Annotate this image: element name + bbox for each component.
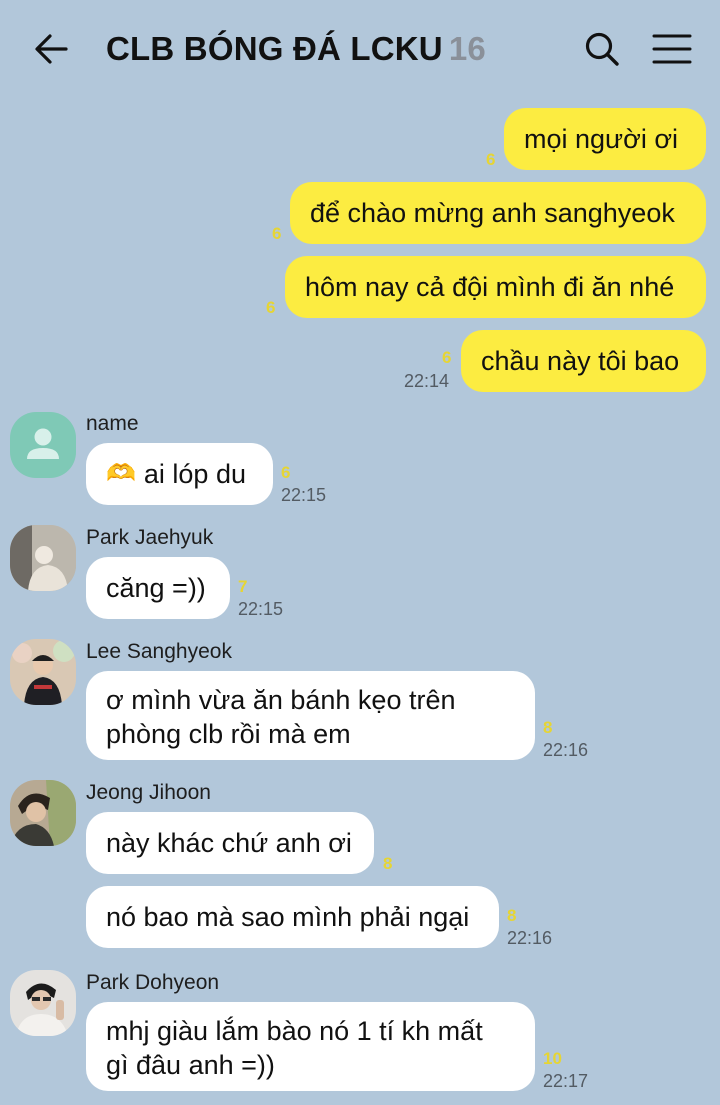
chat-header: CLB BÓNG ĐÁ LCKU 16 (0, 0, 720, 98)
avatar[interactable] (10, 412, 76, 478)
my-message-bubble[interactable]: để chào mừng anh sanghyeok (290, 182, 706, 244)
sender-name: Lee Sanghyeok (86, 640, 232, 663)
message-time: 22:16 (507, 928, 553, 948)
profile-photo (10, 525, 76, 591)
message-text: chầu này tôi bao (481, 346, 680, 376)
message-time: 22:14 (404, 371, 450, 391)
their-message-bubble[interactable]: căng =)) (86, 557, 230, 619)
my-message-bubble[interactable]: chầu này tôi bao (461, 330, 706, 392)
sender-name: Jeong Jihoon (86, 781, 211, 804)
unread-count: 8 (383, 854, 393, 873)
message-time: 22:17 (543, 1071, 589, 1091)
unread-count: 6 (281, 463, 291, 482)
person-icon (27, 428, 59, 459)
search-icon (585, 32, 619, 66)
message-time: 22:15 (238, 599, 284, 619)
heart-hands-icon: 🫶 (106, 460, 136, 487)
unread-count: 6 (442, 348, 452, 367)
message-time: 22:15 (281, 485, 327, 505)
their-message-bubble[interactable]: nó bao mà sao mình phải ngại (86, 886, 499, 948)
their-message-bubble[interactable]: 🫶 ai lóp du (86, 443, 273, 505)
profile-photo (10, 970, 76, 1036)
unread-count: 6 (486, 150, 496, 169)
chat-title: CLB BÓNG ĐÁ LCKU 16 (106, 30, 486, 68)
search-button[interactable] (582, 29, 622, 69)
unread-count: 8 (543, 718, 553, 737)
hamburger-menu-icon (652, 34, 692, 64)
my-message-bubble[interactable]: mọi người ơi (504, 108, 706, 170)
menu-button[interactable] (650, 29, 694, 69)
unread-count: 7 (238, 577, 248, 596)
avatar[interactable] (10, 780, 76, 846)
message-text-line: ơ mình vừa ăn bánh kẹo trên (106, 685, 456, 715)
sender-name: Park Jaehyuk (86, 526, 214, 549)
message-text-line: mhj giàu lắm bào nó 1 tí kh mất (106, 1016, 483, 1046)
message-time: 22:16 (543, 740, 589, 760)
profile-photo (10, 780, 76, 846)
unread-count: 6 (272, 224, 282, 243)
message-text: này khác chứ anh ơi (106, 828, 352, 858)
message-text: căng =)) (106, 573, 206, 603)
chat-room-name: CLB BÓNG ĐÁ LCKU (106, 30, 443, 67)
message-text: ai lóp du (143, 459, 246, 489)
unread-count: 8 (507, 906, 517, 925)
sender-name: name (86, 412, 139, 435)
their-message-bubble[interactable]: này khác chứ anh ơi (86, 812, 374, 874)
unread-count: 10 (543, 1049, 562, 1068)
message-text-line: phòng clb rồi mà em (106, 719, 351, 749)
message-text: nó bao mà sao mình phải ngại (106, 902, 470, 932)
profile-photo (10, 639, 76, 705)
message-text: hôm nay cả đội mình đi ăn nhé (305, 272, 675, 302)
message-text: để chào mừng anh sanghyeok (310, 198, 675, 228)
my-message-bubble[interactable]: hôm nay cả đội mình đi ăn nhé (285, 256, 706, 318)
their-message-bubble[interactable]: ơ mình vừa ăn bánh kẹo trên phòng clb rồ… (86, 671, 535, 760)
member-count: 16 (448, 30, 486, 67)
message-text: mọi người ơi (524, 124, 679, 154)
message-text-line: gì đâu anh =)) (106, 1050, 275, 1080)
sender-name: Park Dohyeon (86, 971, 220, 994)
back-button[interactable] (30, 28, 72, 70)
avatar[interactable] (10, 639, 76, 705)
arrow-left-icon (35, 34, 68, 64)
their-message-bubble[interactable]: mhj giàu lắm bào nó 1 tí kh mất gì đâu a… (86, 1002, 535, 1091)
unread-count: 6 (266, 298, 276, 317)
avatar[interactable] (10, 525, 76, 591)
avatar[interactable] (10, 970, 76, 1036)
